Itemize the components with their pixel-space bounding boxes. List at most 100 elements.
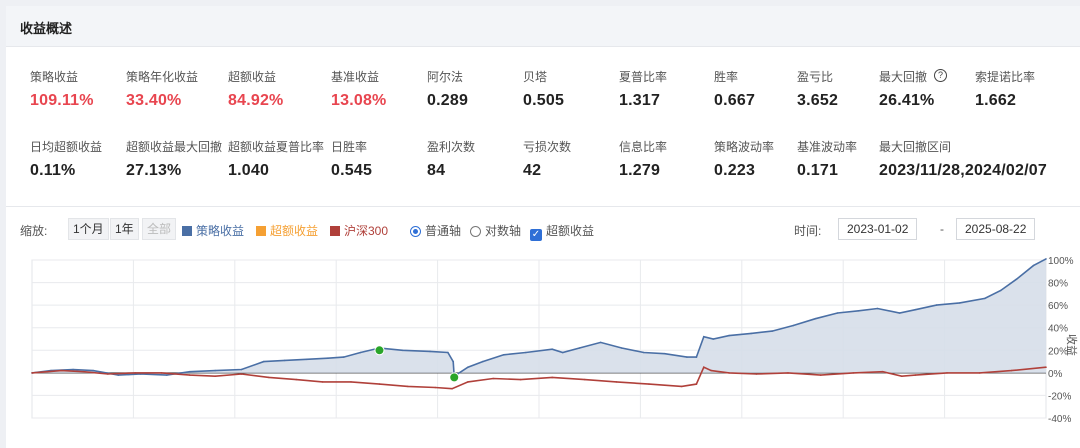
metric-value: 0.545 — [331, 162, 373, 179]
data-point — [240, 373, 243, 375]
metric-value: 0.11% — [30, 162, 76, 179]
metric-label: 最大回撤区间 — [879, 140, 952, 154]
zoom-1month-button[interactable]: 1个月 — [68, 218, 109, 240]
data-point — [836, 312, 839, 314]
data-point — [710, 369, 712, 372]
checkbox-label: 超额收益 — [546, 224, 595, 238]
data-point — [703, 335, 705, 338]
data-point — [481, 360, 484, 363]
data-point — [134, 372, 136, 374]
data-point — [584, 378, 586, 381]
data-point — [283, 359, 286, 362]
metric-label: 夏普比率 — [619, 70, 668, 84]
data-point — [712, 338, 715, 340]
data-point — [643, 351, 645, 354]
returns-overview-panel: 收益概述 策略收益 109.11% 策略年化收益 33.40% 超额收益 84.92% 基准… — [6, 6, 1080, 448]
metric-item: 信息比率 1.279 — [619, 138, 723, 180]
legend-swatch — [182, 226, 192, 236]
data-point — [686, 356, 688, 358]
data-point — [107, 373, 109, 375]
data-point — [268, 376, 270, 379]
data-point — [117, 374, 120, 376]
zoom-1year-button[interactable]: 1年 — [110, 218, 139, 240]
legend-excess[interactable]: 超额收益 — [256, 222, 318, 239]
metric-value: 0.505 — [523, 92, 565, 109]
data-point — [92, 369, 94, 372]
data-point — [359, 351, 362, 354]
data-point — [664, 352, 666, 355]
legend-swatch — [330, 226, 340, 236]
returns-chart: 100%80%60%40%20%0%-20%-40%收益 — [31, 256, 1079, 424]
metric-item: 夏普比率 1.317 — [619, 68, 723, 110]
legend-swatch — [256, 226, 266, 236]
metric-item: 日胜率 0.545 — [331, 138, 435, 180]
data-point — [680, 385, 683, 388]
data-point — [189, 370, 191, 373]
metric-item: 盈利次数 84 — [427, 138, 531, 180]
metric-value: 2023/11/28,2024/02/07 — [879, 162, 1047, 179]
data-point — [31, 372, 33, 374]
excess-return-checkbox[interactable]: ✓ 超额收益 — [530, 222, 594, 241]
metric-label: 超额收益夏普比率 — [228, 140, 325, 154]
metric-label: 索提诺比率 — [975, 70, 1036, 84]
data-point — [240, 368, 243, 371]
data-point — [502, 354, 505, 356]
data-point — [792, 324, 795, 327]
drawdown-marker — [449, 372, 460, 383]
start-date-input[interactable]: 2023-01-02 — [838, 218, 918, 240]
y-tick-label: 0% — [1048, 369, 1063, 380]
metric-label: 基准收益 — [331, 70, 380, 84]
panel-header: 收益概述 — [6, 6, 1080, 47]
question-circle-icon[interactable]: ? — [934, 69, 947, 82]
data-point — [467, 366, 469, 368]
data-point — [935, 304, 938, 306]
log-axis-radio[interactable]: 对数轴 — [470, 222, 521, 239]
data-point — [342, 356, 345, 358]
chart-toolbar: 缩放: 1个月 1年 全部 策略收益 超额收益 沪深300 普通轴 对数轴 ✓ 超… — [6, 218, 1080, 242]
zoom-all-button[interactable]: 全部 — [142, 218, 177, 240]
data-point — [72, 368, 74, 371]
metric-label: 最大回撤 — [879, 70, 928, 84]
data-point — [728, 334, 730, 337]
data-point — [914, 374, 917, 376]
data-point — [551, 348, 553, 350]
data-point — [599, 341, 602, 344]
data-point — [160, 372, 163, 374]
metric-value: 13.08% — [331, 92, 387, 109]
normal-axis-radio[interactable]: 普通轴 — [410, 222, 461, 239]
metric-value: 109.11% — [30, 92, 94, 109]
data-point — [755, 373, 758, 375]
metric-value: 1.279 — [619, 162, 661, 179]
data-point — [819, 374, 822, 376]
data-point — [429, 350, 431, 353]
data-point — [306, 358, 308, 361]
metric-value: 1.662 — [975, 92, 1017, 109]
metric-label: 阿尔法 — [427, 70, 464, 84]
metric-item: 超额收益最大回撤 27.13% — [126, 138, 230, 180]
metric-item: 超额收益夏普比率 1.040 — [228, 138, 332, 180]
data-point — [620, 347, 623, 349]
data-point — [467, 381, 469, 383]
data-point — [401, 349, 404, 352]
data-point — [525, 351, 527, 354]
data-point — [900, 375, 903, 377]
data-point — [978, 372, 981, 374]
metric-label: 日胜率 — [331, 140, 368, 154]
metric-value: 84 — [427, 162, 446, 179]
data-point — [452, 360, 455, 363]
radio-icon — [470, 226, 481, 237]
metric-value: 84.92% — [228, 92, 284, 109]
data-point — [771, 330, 773, 332]
data-point — [946, 372, 948, 374]
metric-item: 日均超额收益 0.11% — [30, 138, 134, 180]
legend-strategy[interactable]: 策略收益 — [182, 222, 244, 239]
metric-item: 最大回撤区间 2023/11/28,2024/02/07 — [879, 138, 1079, 180]
metric-label: 超额收益最大回撤 — [126, 140, 223, 154]
data-point — [876, 307, 879, 310]
end-date-input[interactable]: 2025-08-22 — [956, 218, 1036, 240]
data-point — [321, 381, 324, 383]
divider — [6, 206, 1080, 207]
data-point — [750, 332, 752, 335]
metric-value: 1.040 — [228, 162, 270, 179]
legend-hs300[interactable]: 沪深300 — [330, 222, 388, 239]
